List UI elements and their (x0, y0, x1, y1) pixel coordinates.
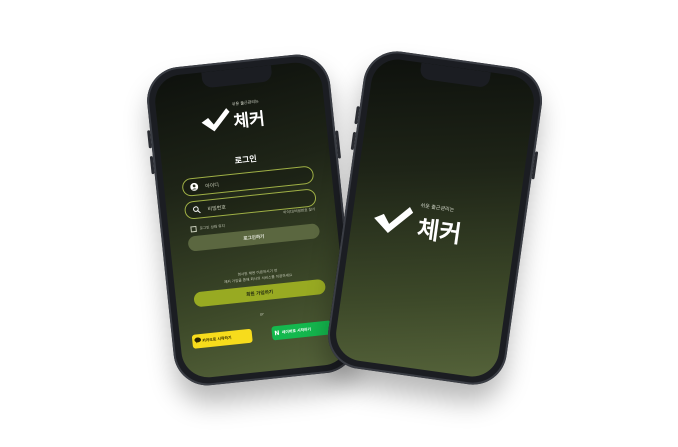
naver-label: 네이버로 시작하기 (281, 326, 312, 335)
volume-button (149, 156, 155, 175)
search-icon (191, 204, 202, 215)
naver-n-icon: N (274, 329, 280, 337)
check-logo-icon (201, 108, 230, 132)
power-button (531, 151, 539, 180)
id-placeholder: 아이디 (204, 181, 220, 190)
splash-word: 체커 (415, 214, 464, 249)
logo-word: 체커 (232, 109, 266, 133)
remember-login[interactable]: 로그인 상태 유지 (190, 223, 225, 233)
login-screen: 쉬운 출근관리는 체커 로그인 아이디 비밀번호 아이디/비밀번호 찾기 로그인… (152, 60, 352, 380)
phone-splash: 쉬운 출근관리는 체커 (323, 47, 547, 389)
notch (419, 62, 491, 89)
check-logo-icon (374, 207, 414, 233)
splash-screen: 쉬운 출근관리는 체커 (332, 56, 538, 380)
splash-logo: 쉬운 출근관리는 체커 (368, 195, 512, 254)
password-placeholder: 비밀번호 (207, 204, 227, 213)
notch (201, 65, 273, 89)
user-icon (189, 181, 200, 192)
remember-checkbox[interactable] (190, 225, 197, 233)
naver-login-button[interactable]: N 네이버로 시작하기 (271, 320, 333, 341)
power-button (335, 130, 342, 159)
remember-label: 로그인 상태 유지 (199, 223, 226, 231)
kakao-label: 카카오로 시작하기 (202, 334, 232, 343)
kakao-login-button[interactable]: 카카오로 시작하기 (191, 328, 253, 349)
volume-button (147, 130, 152, 149)
volume-button (354, 106, 360, 125)
app-logo: 쉬운 출근관리는 체커 (198, 96, 291, 135)
volume-button (350, 131, 357, 151)
